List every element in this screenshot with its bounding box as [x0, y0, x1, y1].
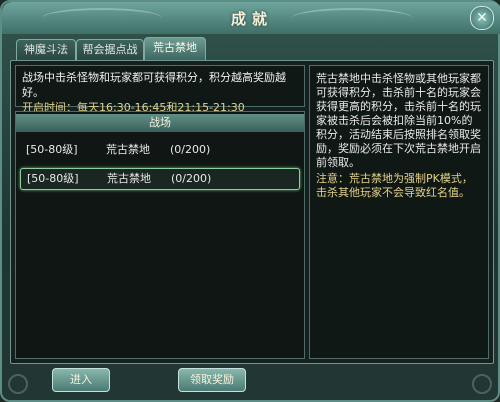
enter-button[interactable]: 进入 — [52, 368, 110, 392]
info-description: 战场中击杀怪物和玩家都可获得积分，积分越高奖励越好。 — [22, 71, 286, 99]
window-title: 成就 — [230, 10, 273, 28]
title-bar: 成就 ✕ — [2, 2, 500, 34]
battlefield-table: 战场 [50-80级] 荒古禁地 (0/200) [50-80级] 荒古禁地 (… — [15, 111, 305, 359]
description-text: 荒古禁地中击杀怪物或其他玩家都可获得积分，击杀前十名的玩家会获得更高的积分，击杀… — [316, 72, 481, 169]
row-level: [50-80级] — [27, 172, 79, 185]
row-count: (0/200) — [171, 172, 212, 185]
description-panel: 荒古禁地中击杀怪物或其他玩家都可获得积分，击杀前十名的玩家会获得更高的积分，击杀… — [309, 65, 489, 359]
tab-shenmo[interactable]: 神魔斗法 — [16, 39, 76, 60]
corner-ornament — [472, 374, 492, 394]
tab-guild-stronghold[interactable]: 帮会据点战 — [76, 39, 144, 60]
table-header: 战场 — [16, 114, 304, 132]
close-button[interactable]: ✕ — [470, 6, 494, 30]
table-row[interactable]: [50-80级] 荒古禁地 (0/200) — [20, 140, 298, 160]
description-note: 注意：荒古禁地为强制PK模式，击杀其他玩家不会导致红名值。 — [316, 172, 473, 199]
content-area: 战场中击杀怪物和玩家都可获得积分，积分越高奖励越好。 开启时间：每天16:30-… — [10, 60, 494, 364]
tab-huanggu[interactable]: 荒古禁地 — [144, 37, 206, 60]
row-level: [50-80级] — [26, 143, 78, 156]
row-name: 荒古禁地 — [107, 172, 151, 185]
corner-ornament — [8, 374, 28, 394]
table-row-selected[interactable]: [50-80级] 荒古禁地 (0/200) — [20, 168, 300, 190]
achievement-window: 成就 ✕ 神魔斗法 帮会据点战 荒古禁地 战场中击杀怪物和玩家都可获得积分，积分… — [0, 0, 500, 402]
close-icon: ✕ — [476, 10, 488, 26]
row-count: (0/200) — [170, 143, 211, 156]
row-name: 荒古禁地 — [106, 143, 150, 156]
info-box: 战场中击杀怪物和玩家都可获得积分，积分越高奖励越好。 开启时间：每天16:30-… — [15, 65, 305, 114]
left-panel: 战场中击杀怪物和玩家都可获得积分，积分越高奖励越好。 开启时间：每天16:30-… — [15, 65, 305, 359]
claim-reward-button[interactable]: 领取奖励 — [178, 368, 246, 392]
